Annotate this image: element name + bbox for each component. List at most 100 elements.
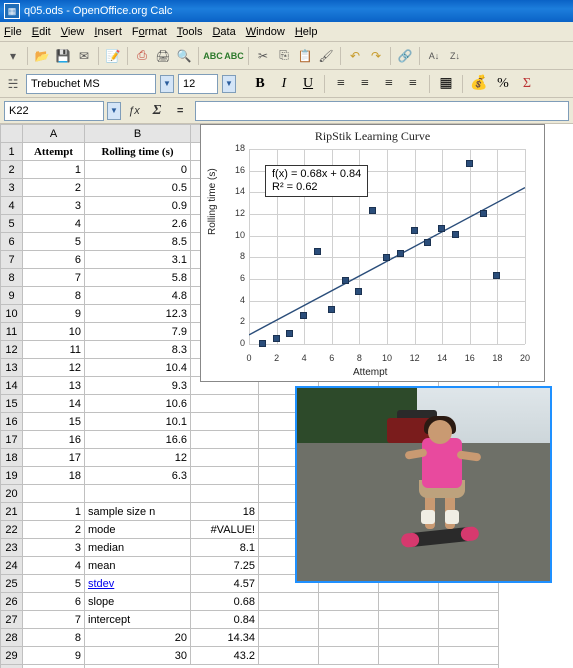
- menu-view[interactable]: View: [61, 26, 85, 38]
- cell[interactable]: [439, 611, 499, 629]
- redo-icon[interactable]: ↷: [367, 47, 385, 65]
- sort-desc-icon[interactable]: Z↓: [446, 47, 464, 65]
- row-header[interactable]: 17: [1, 431, 23, 449]
- cell[interactable]: 8: [23, 629, 85, 647]
- cell[interactable]: 43.2: [191, 647, 259, 665]
- cell[interactable]: 2: [23, 521, 85, 539]
- cell[interactable]: 8.5: [85, 233, 191, 251]
- row-header[interactable]: 8: [1, 269, 23, 287]
- cell[interactable]: 18: [23, 467, 85, 485]
- menu-tools[interactable]: Tools: [177, 26, 203, 38]
- currency-button[interactable]: 💰: [469, 74, 489, 94]
- paste-icon[interactable]: 📋: [296, 47, 314, 65]
- cell[interactable]: 10.6: [85, 395, 191, 413]
- cell[interactable]: [85, 485, 191, 503]
- bold-button[interactable]: B: [250, 74, 270, 94]
- cell[interactable]: [191, 413, 259, 431]
- embedded-chart[interactable]: RipStik Learning Curve Rolling time (s) …: [200, 124, 545, 382]
- cell[interactable]: 0: [85, 161, 191, 179]
- cell[interactable]: 11: [23, 341, 85, 359]
- cell[interactable]: 14.34: [191, 629, 259, 647]
- cell[interactable]: [259, 593, 319, 611]
- cell[interactable]: 6: [23, 593, 85, 611]
- cell[interactable]: 9: [23, 647, 85, 665]
- cell[interactable]: 7.9: [85, 323, 191, 341]
- row-header[interactable]: 16: [1, 413, 23, 431]
- cell[interactable]: 13: [23, 377, 85, 395]
- cell[interactable]: 4.57: [191, 575, 259, 593]
- cell[interactable]: Rolling time (s): [85, 143, 191, 161]
- cell[interactable]: 8.3: [85, 341, 191, 359]
- standard-button[interactable]: Σ: [517, 74, 537, 94]
- edit-doc-icon[interactable]: 📝: [104, 47, 122, 65]
- autospell-icon[interactable]: ABC: [225, 47, 243, 65]
- cell[interactable]: 16.6: [85, 431, 191, 449]
- spellcheck-icon[interactable]: ABC: [204, 47, 222, 65]
- row-header[interactable]: 19: [1, 467, 23, 485]
- select-all-corner[interactable]: [1, 125, 23, 143]
- cell[interactable]: [191, 395, 259, 413]
- row-header[interactable]: 11: [1, 323, 23, 341]
- row-header[interactable]: 9: [1, 287, 23, 305]
- row-header[interactable]: 22: [1, 521, 23, 539]
- cell[interactable]: 6.3: [85, 467, 191, 485]
- underline-button[interactable]: U: [298, 74, 318, 94]
- row-header[interactable]: 21: [1, 503, 23, 521]
- cell[interactable]: 5: [23, 575, 85, 593]
- cell[interactable]: 12: [23, 359, 85, 377]
- email-icon[interactable]: ✉: [75, 47, 93, 65]
- cell[interactable]: 30: [85, 647, 191, 665]
- cell[interactable]: [259, 647, 319, 665]
- col-header-A[interactable]: A: [23, 125, 85, 143]
- menu-file[interactable]: File: [4, 26, 22, 38]
- cell[interactable]: mode: [85, 521, 191, 539]
- print-preview-icon[interactable]: 🔍: [175, 47, 193, 65]
- format-paint-icon[interactable]: 🖌: [317, 47, 335, 65]
- row-header[interactable]: 20: [1, 485, 23, 503]
- cell[interactable]: [439, 629, 499, 647]
- undo-icon[interactable]: ↶: [346, 47, 364, 65]
- menu-insert[interactable]: Insert: [94, 26, 122, 38]
- name-box-dropdown[interactable]: ▼: [107, 102, 121, 120]
- function-wizard-button[interactable]: ƒx: [124, 101, 144, 121]
- cell[interactable]: 9: [23, 305, 85, 323]
- copy-icon[interactable]: ⎘: [275, 47, 293, 65]
- cell[interactable]: 5.8: [85, 269, 191, 287]
- font-size-box[interactable]: 12: [178, 74, 218, 94]
- merge-cells-button[interactable]: ▦: [436, 74, 456, 94]
- cell[interactable]: 16: [23, 431, 85, 449]
- cell[interactable]: 0.84: [191, 611, 259, 629]
- cell[interactable]: intercept: [85, 611, 191, 629]
- export-pdf-icon[interactable]: ⎙: [133, 47, 151, 65]
- cell[interactable]: 6: [23, 251, 85, 269]
- cell[interactable]: 8: [23, 287, 85, 305]
- row-header[interactable]: 27: [1, 611, 23, 629]
- cell[interactable]: 10: [23, 665, 85, 668]
- cell[interactable]: [191, 431, 259, 449]
- cell[interactable]: mean: [85, 557, 191, 575]
- cell[interactable]: [23, 485, 85, 503]
- cell[interactable]: [379, 593, 439, 611]
- row-header[interactable]: 26: [1, 593, 23, 611]
- cell[interactable]: [439, 593, 499, 611]
- row-header[interactable]: 3: [1, 179, 23, 197]
- cell[interactable]: 12.3: [85, 305, 191, 323]
- cell[interactable]: linear or non-linear acceptable: power r…: [85, 665, 499, 668]
- cell[interactable]: stdev: [85, 575, 191, 593]
- align-justify-button[interactable]: ≡: [403, 74, 423, 94]
- cell[interactable]: [379, 647, 439, 665]
- cell[interactable]: 3.1: [85, 251, 191, 269]
- row-header[interactable]: 30: [1, 665, 23, 668]
- align-left-button[interactable]: ≡: [331, 74, 351, 94]
- menu-format[interactable]: Format: [132, 26, 167, 38]
- cell[interactable]: 15: [23, 413, 85, 431]
- hyperlink-icon[interactable]: 🔗: [396, 47, 414, 65]
- menu-data[interactable]: Data: [212, 26, 235, 38]
- cell[interactable]: Attempt: [23, 143, 85, 161]
- formula-input[interactable]: [195, 101, 569, 121]
- row-header[interactable]: 4: [1, 197, 23, 215]
- cell[interactable]: [319, 611, 379, 629]
- row-header[interactable]: 23: [1, 539, 23, 557]
- cell[interactable]: 10: [23, 323, 85, 341]
- percent-button[interactable]: %: [493, 74, 513, 94]
